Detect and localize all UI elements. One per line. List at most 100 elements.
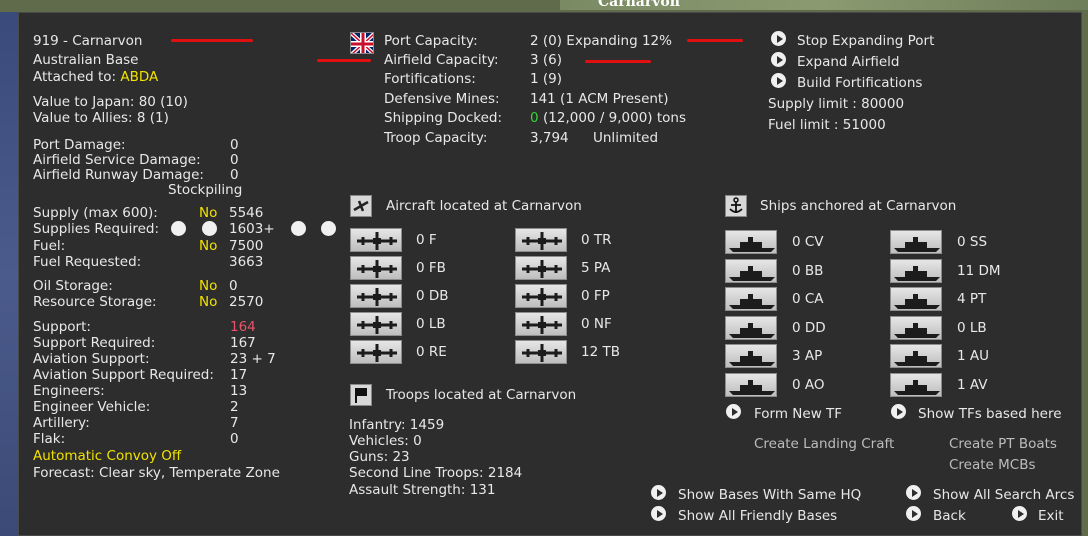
port-capacity-label: Port Capacity: — [384, 33, 478, 49]
oil-stockpile-toggle[interactable]: No — [199, 278, 217, 294]
create-mcbs-button[interactable]: Create MCBs — [949, 457, 1036, 473]
expand-airfield-icon[interactable] — [771, 52, 786, 67]
aircraft-count: 5 PA — [581, 260, 611, 276]
aircraft-type-button[interactable] — [515, 340, 567, 364]
ship-type-button[interactable] — [725, 344, 777, 368]
airplane-icon — [357, 344, 397, 362]
port-damage-label: Port Damage: — [33, 137, 126, 153]
base-title: 919 - Carnarvon — [33, 33, 143, 49]
aircraft-count: 0 FB — [416, 260, 446, 276]
decrease-arrow-icon[interactable] — [202, 221, 217, 236]
ship-type-button[interactable] — [890, 372, 942, 397]
ship-icon — [729, 379, 775, 395]
ship-type-button[interactable] — [725, 287, 777, 311]
show-friendly-bases-button[interactable]: Show All Friendly Bases — [678, 508, 837, 524]
fast-forward-icon[interactable] — [321, 221, 336, 236]
defensive-mines-label: Defensive Mines: — [384, 91, 500, 107]
aircraft-type-button[interactable] — [350, 228, 402, 252]
show-friendly-bases-icon[interactable] — [651, 506, 666, 521]
increase-arrow-icon[interactable] — [291, 221, 306, 236]
fast-rewind-icon[interactable] — [171, 221, 186, 236]
aircraft-count: 0 TR — [581, 232, 612, 248]
red-annotation-mark — [687, 39, 743, 42]
back-button[interactable]: Back — [933, 508, 966, 524]
fortifications-label: Fortifications: — [384, 71, 476, 87]
show-bases-same-hq-button[interactable]: Show Bases With Same HQ — [678, 487, 861, 503]
shipping-docked-label: Shipping Docked: — [384, 110, 503, 126]
ship-type-button[interactable] — [725, 258, 777, 283]
ship-type-button[interactable] — [890, 258, 942, 283]
supply-value: 5546 — [229, 205, 264, 221]
engineer-vehicle-value: 2 — [230, 399, 239, 415]
shipping-docked-count: 0 — [530, 110, 539, 126]
create-landing-craft-button[interactable]: Create Landing Craft — [754, 436, 894, 452]
engineer-vehicle-label: Engineer Vehicle: — [33, 399, 151, 415]
exit-button[interactable]: Exit — [1038, 508, 1064, 524]
expand-airfield-button[interactable]: Expand Airfield — [797, 54, 899, 70]
create-pt-boats-button[interactable]: Create PT Boats — [949, 436, 1057, 452]
ship-type-button[interactable] — [725, 230, 777, 254]
supplies-required-value: 1603+ — [229, 221, 275, 237]
value-to-allies: Value to Allies: 8 (1) — [33, 110, 169, 126]
anchor-icon[interactable] — [725, 195, 747, 217]
engineers-value: 13 — [230, 383, 248, 399]
build-fortifications-icon[interactable] — [771, 73, 786, 88]
ship-type-button[interactable] — [725, 315, 777, 340]
airplane-icon — [357, 232, 397, 250]
stop-expanding-port-icon[interactable] — [771, 31, 786, 46]
build-fortifications-button[interactable]: Build Fortifications — [797, 75, 922, 91]
show-same-hq-icon[interactable] — [651, 485, 666, 500]
ship-icon — [729, 265, 775, 281]
show-tfs-icon[interactable] — [891, 404, 906, 419]
supply-stockpile-toggle[interactable]: No — [199, 205, 217, 221]
attached-hq[interactable]: ABDA — [120, 69, 158, 85]
ship-type-button[interactable] — [890, 315, 942, 340]
airfield-runway-damage-value: 0 — [230, 167, 239, 183]
fuel-value: 7500 — [229, 238, 264, 254]
aircraft-type-button[interactable] — [515, 284, 567, 308]
fuel-stockpile-toggle[interactable]: No — [199, 238, 217, 254]
show-tfs-button[interactable]: Show TFs based here — [918, 406, 1062, 422]
oil-storage-value: 0 — [229, 278, 238, 294]
aircraft-type-button[interactable] — [350, 256, 402, 280]
ship-icon — [894, 379, 940, 395]
flag-troops-icon[interactable] — [350, 384, 372, 406]
aircraft-type-button[interactable] — [350, 284, 402, 308]
ship-icon — [729, 237, 775, 252]
exit-icon[interactable] — [1012, 506, 1027, 521]
aircraft-count: 12 TB — [581, 344, 620, 360]
back-icon[interactable] — [906, 506, 921, 521]
stop-expanding-port-button[interactable]: Stop Expanding Port — [797, 33, 934, 49]
airplane-icon — [357, 316, 397, 334]
resource-storage-label: Resource Storage: — [33, 294, 157, 310]
ship-count: 1 AU — [957, 348, 989, 364]
troops-infantry: Infantry: 1459 — [349, 417, 445, 433]
aircraft-type-button[interactable] — [515, 256, 567, 280]
ship-icon — [729, 294, 775, 309]
aircraft-count: 0 DB — [416, 288, 449, 304]
shipping-docked-value: (12,000 / 9,000) tons — [543, 110, 686, 126]
ship-type-button[interactable] — [890, 287, 942, 311]
base-type: Australian Base — [33, 52, 139, 68]
aircraft-type-button[interactable] — [350, 312, 402, 336]
show-search-arcs-button[interactable]: Show All Search Arcs — [933, 487, 1074, 503]
ship-count: 0 AO — [792, 376, 825, 393]
aircraft-type-button[interactable] — [515, 312, 567, 336]
airfield-service-damage-value: 0 — [230, 152, 239, 168]
aircraft-type-button[interactable] — [515, 228, 567, 252]
troop-capacity-label: Troop Capacity: — [384, 130, 488, 146]
show-search-arcs-icon[interactable] — [906, 485, 921, 500]
ship-type-button[interactable] — [725, 372, 777, 397]
resource-stockpile-toggle[interactable]: No — [199, 294, 217, 310]
aircraft-heading: Aircraft located at Carnarvon — [386, 198, 582, 214]
form-new-tf-icon[interactable] — [726, 404, 741, 419]
troops-vehicles: Vehicles: 0 — [349, 433, 422, 449]
aircraft-type-button[interactable] — [350, 340, 402, 364]
aircraft-icon[interactable] — [350, 195, 372, 217]
form-new-tf-button[interactable]: Form New TF — [754, 406, 842, 422]
ship-count: 0 CV — [792, 234, 824, 250]
ship-type-button[interactable] — [890, 344, 942, 368]
port-damage-value: 0 — [230, 137, 239, 153]
ship-type-button[interactable] — [890, 230, 942, 254]
automatic-convoy-toggle[interactable]: Automatic Convoy Off — [33, 448, 181, 464]
